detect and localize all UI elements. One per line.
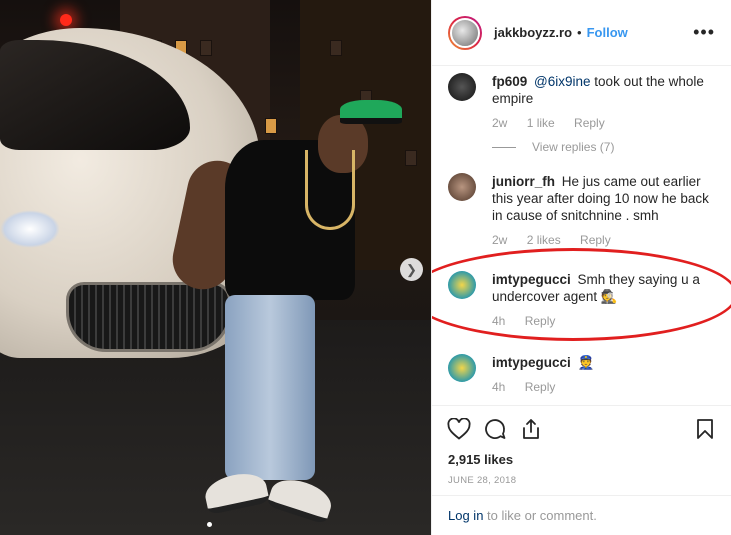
comment-item: imtypegucci 👮 4h Reply xyxy=(448,354,718,394)
comment-username[interactable]: fp609 xyxy=(492,74,527,89)
comment-time[interactable]: 4h xyxy=(492,380,505,394)
comment-text: imtypegucci Smh they saying u a undercov… xyxy=(492,271,718,305)
comment-username[interactable]: imtypegucci xyxy=(492,355,571,370)
comment-likes[interactable]: 2 likes xyxy=(527,233,561,247)
commenter-avatar[interactable] xyxy=(448,354,476,382)
post-photo[interactable]: ❯ xyxy=(0,0,431,535)
comment-item: juniorr_fh He jus came out earlier this … xyxy=(448,173,718,247)
divider xyxy=(492,146,516,148)
comment-icon[interactable] xyxy=(482,416,508,442)
building-window xyxy=(330,40,342,56)
commenter-avatar[interactable] xyxy=(448,73,476,101)
login-text: to like or comment. xyxy=(483,508,597,523)
more-options-icon[interactable]: ••• xyxy=(693,22,715,43)
person-jeans xyxy=(225,295,315,480)
comment-meta: 2w 1 like Reply xyxy=(492,116,718,130)
comment-meta: 2w 2 likes Reply xyxy=(492,233,718,247)
comment-item: fp609 @6ix9ine took out the whole empire… xyxy=(448,73,718,154)
login-prompt: Log in to like or comment. xyxy=(432,495,731,535)
comment-username[interactable]: imtypegucci xyxy=(492,272,571,287)
chevron-right-icon: ❯ xyxy=(406,261,417,277)
commenter-avatar[interactable] xyxy=(448,173,476,201)
building-window xyxy=(265,118,277,134)
bookmark-icon[interactable] xyxy=(692,416,718,442)
traffic-light xyxy=(60,14,72,26)
comment-text: fp609 @6ix9ine took out the whole empire xyxy=(492,73,718,107)
gold-chain xyxy=(305,150,355,230)
comment-time[interactable]: 2w xyxy=(492,233,507,247)
car-headlight xyxy=(0,210,60,248)
reply-button[interactable]: Reply xyxy=(525,314,556,328)
view-replies-label: View replies (7) xyxy=(532,140,615,154)
building-window xyxy=(200,40,212,56)
comment-item: imtypegucci Smh they saying u a undercov… xyxy=(448,271,718,328)
post-side-panel: jakkboyzz.ro • Follow ••• fp609 @6ix9ine… xyxy=(431,0,731,535)
likes-count[interactable]: 2,915 likes xyxy=(432,452,731,467)
post-header: jakkboyzz.ro • Follow ••• xyxy=(432,0,731,66)
next-photo-button[interactable]: ❯ xyxy=(400,258,423,281)
comment-time[interactable]: 4h xyxy=(492,314,505,328)
comment-meta: 4h Reply xyxy=(492,314,718,328)
reply-button[interactable]: Reply xyxy=(580,233,611,247)
post-date: JUNE 28, 2018 xyxy=(448,475,517,486)
reply-button[interactable]: Reply xyxy=(525,380,556,394)
post-actions: 2,915 likes JUNE 28, 2018 xyxy=(432,405,731,486)
commenter-avatar[interactable] xyxy=(448,271,476,299)
profile-username[interactable]: jakkboyzz.ro xyxy=(494,25,572,40)
action-icons xyxy=(432,406,731,452)
building-window xyxy=(405,150,417,166)
comment-meta: 4h Reply xyxy=(492,380,718,394)
comment-mention[interactable]: @6ix9ine xyxy=(534,74,591,89)
avatar xyxy=(450,17,480,48)
reply-button[interactable]: Reply xyxy=(574,116,605,130)
person-cap xyxy=(340,100,402,124)
comment-text: juniorr_fh He jus came out earlier this … xyxy=(492,173,718,224)
login-link[interactable]: Log in xyxy=(448,508,483,523)
separator-dot: • xyxy=(577,25,582,40)
car-grille xyxy=(66,282,231,352)
comment-likes[interactable]: 1 like xyxy=(527,116,555,130)
comment-username[interactable]: juniorr_fh xyxy=(492,174,555,189)
comment-content: 👮 xyxy=(577,355,595,370)
comment-time[interactable]: 2w xyxy=(492,116,507,130)
comments-list[interactable]: fp609 @6ix9ine took out the whole empire… xyxy=(432,67,731,405)
share-icon[interactable] xyxy=(518,416,544,442)
profile-avatar[interactable] xyxy=(448,15,482,50)
comment-text: imtypegucci 👮 xyxy=(492,354,718,371)
follow-button[interactable]: Follow xyxy=(587,25,628,40)
carousel-dot xyxy=(207,522,212,527)
view-replies-button[interactable]: View replies (7) xyxy=(492,140,718,154)
heart-icon[interactable] xyxy=(446,416,472,442)
